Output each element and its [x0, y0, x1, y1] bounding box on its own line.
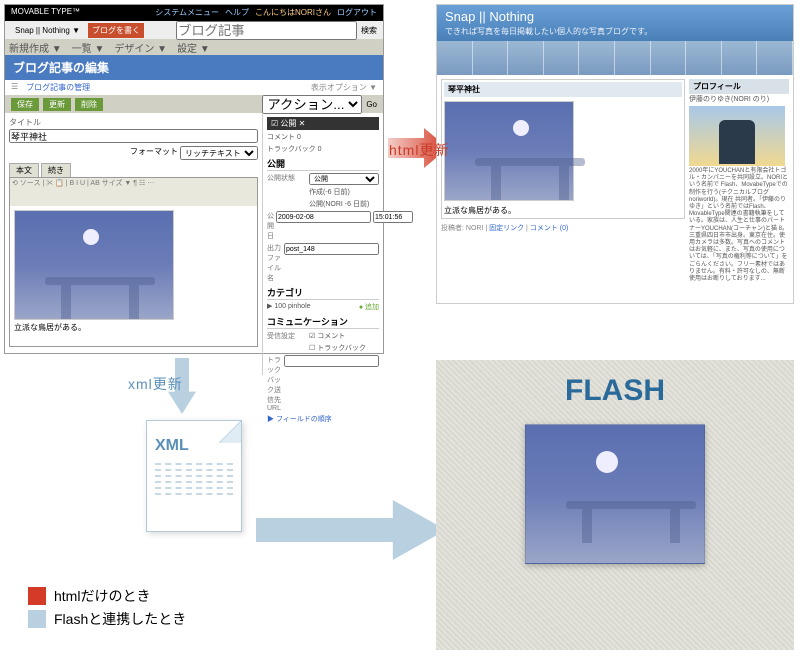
mt-editor-screenshot: MOVABLE TYPE™ システムメニュー ヘルプ こんにちはNORIさん ロ… — [4, 4, 384, 354]
legend-html-only: htmlだけのとき — [28, 586, 186, 606]
legend-flash-linked: Flashと連携したとき — [28, 609, 186, 629]
blog-title: Snap || Nothing — [445, 9, 785, 24]
legend-swatch-blue — [28, 610, 46, 628]
comments-count: コメント 0 — [267, 132, 301, 142]
dash-icon: ☰ — [11, 82, 18, 93]
xml-update-label: xml更新 — [128, 374, 183, 394]
format-lbl: フォーマット — [130, 146, 178, 160]
entry-caption: 立派な鳥居がある。 — [14, 322, 253, 333]
title-field: タイトル — [9, 117, 258, 143]
entry-meta: 投稿者: NORI | 固定リンク | コメント (0) — [441, 221, 685, 235]
date-input — [276, 211, 371, 223]
flash-panel: FLASH — [436, 360, 794, 650]
entry-image — [444, 101, 574, 201]
profile-name: 伊藤のりゆき(NORI のり) — [689, 95, 789, 104]
title-input — [9, 129, 258, 143]
nav-list: 一覧 ▼ — [72, 40, 105, 55]
date-lbl: 公開日 — [267, 211, 274, 241]
blog-preview-screenshot: Snap || Nothing できれば写真を毎日掲載したい個人的な写真ブログで… — [436, 4, 794, 304]
tab-more: 続き — [41, 163, 71, 177]
entry-caption: 立派な鳥居がある。 — [444, 205, 682, 216]
format-select: リッチテキスト — [180, 146, 258, 160]
comm-t: ☐ トラックバック — [309, 343, 366, 353]
nav-settings: 設定 ▼ — [177, 40, 210, 55]
moon-shape — [83, 229, 99, 245]
page-title: ブログ記事の編集 — [5, 55, 383, 80]
mt-action-bar: 保存 更新 削除 アクション... Go — [5, 95, 383, 113]
field-order: ▶ フィールドの順序 — [267, 414, 332, 424]
torii-shape — [45, 269, 155, 319]
out-input — [284, 243, 379, 255]
comm-hd: コミュニケーション — [267, 315, 379, 329]
tb-lbl: トラックバック送信先URL — [267, 355, 282, 412]
tab-body: 本文 — [9, 163, 39, 177]
title-lbl: タイトル — [9, 118, 41, 127]
search-input — [176, 21, 357, 40]
nav-design: デザイン ▼ — [114, 40, 167, 55]
category-hd: カテゴリ — [267, 286, 379, 300]
arrow-to-flash — [256, 500, 446, 560]
action-select: アクション... — [262, 95, 362, 114]
entry-image-moon-torii — [14, 210, 174, 320]
comm-s: 受信設定 — [267, 331, 307, 341]
publish-hd: 公開 — [267, 157, 379, 171]
category-add: ● 追加 — [359, 302, 379, 312]
mt-logout: ログアウト — [337, 7, 377, 19]
legend: htmlだけのとき Flashと連携したとき — [28, 583, 186, 632]
mt-sidebar: ☑ 公開 ✕ コメント 0 トラックバック 0 公開 公開状態公開 作成(-6 … — [263, 113, 383, 375]
profile-text: 2000年にYOUCHANと有限会社トゴル・カンパニーを共同設立。NORIという… — [689, 168, 789, 283]
flash-image — [525, 424, 705, 564]
xml-document-icon: XML — [146, 420, 242, 532]
mt-help: ヘルプ — [225, 7, 249, 19]
trackbacks-count: トラックバック 0 — [267, 144, 322, 154]
mt-navrow: 新規作成 ▼ 一覧 ▼ デザイン ▼ 設定 ▼ — [5, 39, 383, 55]
state-select: 公開 — [309, 173, 379, 185]
time-input — [373, 211, 413, 223]
legend-flash-label: Flashと連携したとき — [54, 609, 186, 629]
mt-site-tabs: Snap || Nothing ▼ ブログを書く 検索 — [5, 21, 383, 39]
legend-html-label: htmlだけのとき — [54, 586, 150, 606]
mt-header: MOVABLE TYPE™ システムメニュー ヘルプ こんにちはNORIさん ロ… — [5, 5, 383, 21]
delete-button: 削除 — [75, 98, 103, 111]
write-tab: ブログを書く — [88, 23, 144, 38]
go-button: Go — [366, 100, 377, 109]
xml-label: XML — [147, 421, 241, 459]
category-val: ▶ 100 pinhole — [267, 302, 311, 312]
crumb-path: ブログ記事の管理 — [26, 82, 90, 93]
flash-title: FLASH — [436, 360, 794, 416]
update-button: 更新 — [43, 98, 71, 111]
permalink: 固定リンク — [489, 225, 524, 232]
save-button: 保存 — [11, 98, 39, 111]
state-d1: 作成(-6 日前) — [309, 187, 350, 197]
state-lbl: 公開状態 — [267, 173, 307, 185]
entry-title: 琴平神社 — [444, 82, 682, 97]
mt-greeting: こんにちはNORIさん — [255, 7, 331, 19]
wysiwyg-toolbar: ⟲ ソース | ✂ 📋 | B I U | AB サイズ ▼ ¶ ☷ ⋯ — [10, 178, 257, 206]
blog-header: Snap || Nothing できれば写真を毎日掲載したい個人的な写真ブログで… — [437, 5, 793, 41]
mt-sysmenu: システムメニュー — [155, 7, 219, 19]
profile-photo — [689, 106, 785, 166]
profile-hd: プロフィール — [689, 79, 789, 94]
legend-swatch-red — [28, 587, 46, 605]
blog-sidebar: プロフィール 伊藤のりゆき(NORI のり) 2000年にYOUCHANと有限会… — [689, 79, 789, 297]
tb-input — [284, 355, 379, 367]
status-header: ☑ 公開 ✕ — [267, 117, 379, 130]
site-tab: Snap || Nothing ▼ — [11, 24, 84, 37]
html-update-label: html更新 — [389, 140, 449, 160]
comm-c: ☑ コメント — [309, 331, 345, 341]
blog-banner-strip — [437, 41, 793, 75]
mt-brand: MOVABLE TYPE™ — [11, 7, 80, 19]
wysiwyg-editor: ⟲ ソース | ✂ 📋 | B I U | AB サイズ ▼ ¶ ☷ ⋯ 立派な… — [9, 177, 258, 347]
blog-entry: 琴平神社 立派な鳥居がある。 — [441, 79, 685, 219]
state-d2: 公開(NORI -6 日前) — [309, 199, 369, 209]
nav-create: 新規作成 ▼ — [9, 40, 62, 55]
out-lbl: 出力ファイル名 — [267, 243, 282, 283]
blog-subtitle: できれば写真を毎日掲載したい個人的な写真ブログです。 — [445, 26, 785, 37]
comments-link: コメント (0) — [530, 225, 569, 232]
search-btn: 検索 — [361, 25, 377, 36]
disp-opt: 表示オプション ▼ — [311, 82, 377, 93]
